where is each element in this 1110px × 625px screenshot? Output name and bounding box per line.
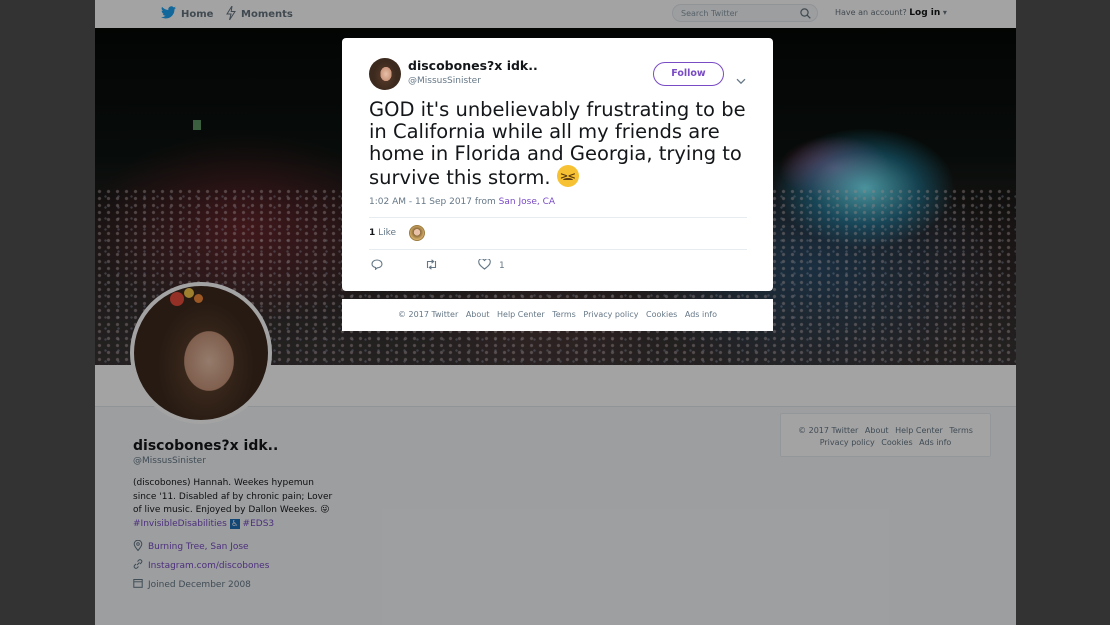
tweet-author-handle[interactable]: @MissusSinister [408,76,481,86]
footer-link[interactable]: Terms [552,310,576,319]
like-stats[interactable]: 1 Like [369,228,396,238]
tweet-time[interactable]: 1:02 AM - 11 Sep 2017 from [369,197,499,207]
retweet-icon [425,259,438,273]
like-action-count: 1 [499,261,505,271]
like-label: Like [378,228,397,238]
footer-link[interactable]: Help Center [497,310,545,319]
tweet-text: GOD it's unbelievably frustrating to be … [369,99,749,189]
tweet-timestamp: 1:02 AM - 11 Sep 2017 from San Jose, CA [369,197,555,207]
reply-icon [371,259,383,273]
footer-link[interactable]: About [466,310,490,319]
divider [369,217,747,218]
tweet-author-avatar[interactable] [369,58,401,90]
footer-link[interactable]: Cookies [646,310,677,319]
like-button[interactable]: 1 [478,258,505,273]
heart-icon [478,258,491,273]
emoji-icon [556,165,579,188]
divider [369,249,747,250]
footer-link[interactable]: Ads info [685,310,717,319]
follow-button[interactable]: Follow [653,62,724,86]
liker-avatar[interactable] [409,225,425,241]
reply-button[interactable] [371,259,383,273]
tweet-location-link[interactable]: San Jose, CA [499,197,555,207]
retweet-button[interactable] [425,259,438,273]
footer-link[interactable]: © 2017 Twitter [398,310,458,319]
tweet-modal: discobones?x idk.. @MissusSinister Follo… [342,38,773,291]
footer-link[interactable]: Privacy policy [583,310,638,319]
like-count: 1 [369,228,376,238]
modal-footer: © 2017 Twitter About Help Center Terms P… [342,299,773,331]
chevron-down-icon[interactable] [736,70,746,89]
tweet-author-name[interactable]: discobones?x idk.. [408,58,538,73]
